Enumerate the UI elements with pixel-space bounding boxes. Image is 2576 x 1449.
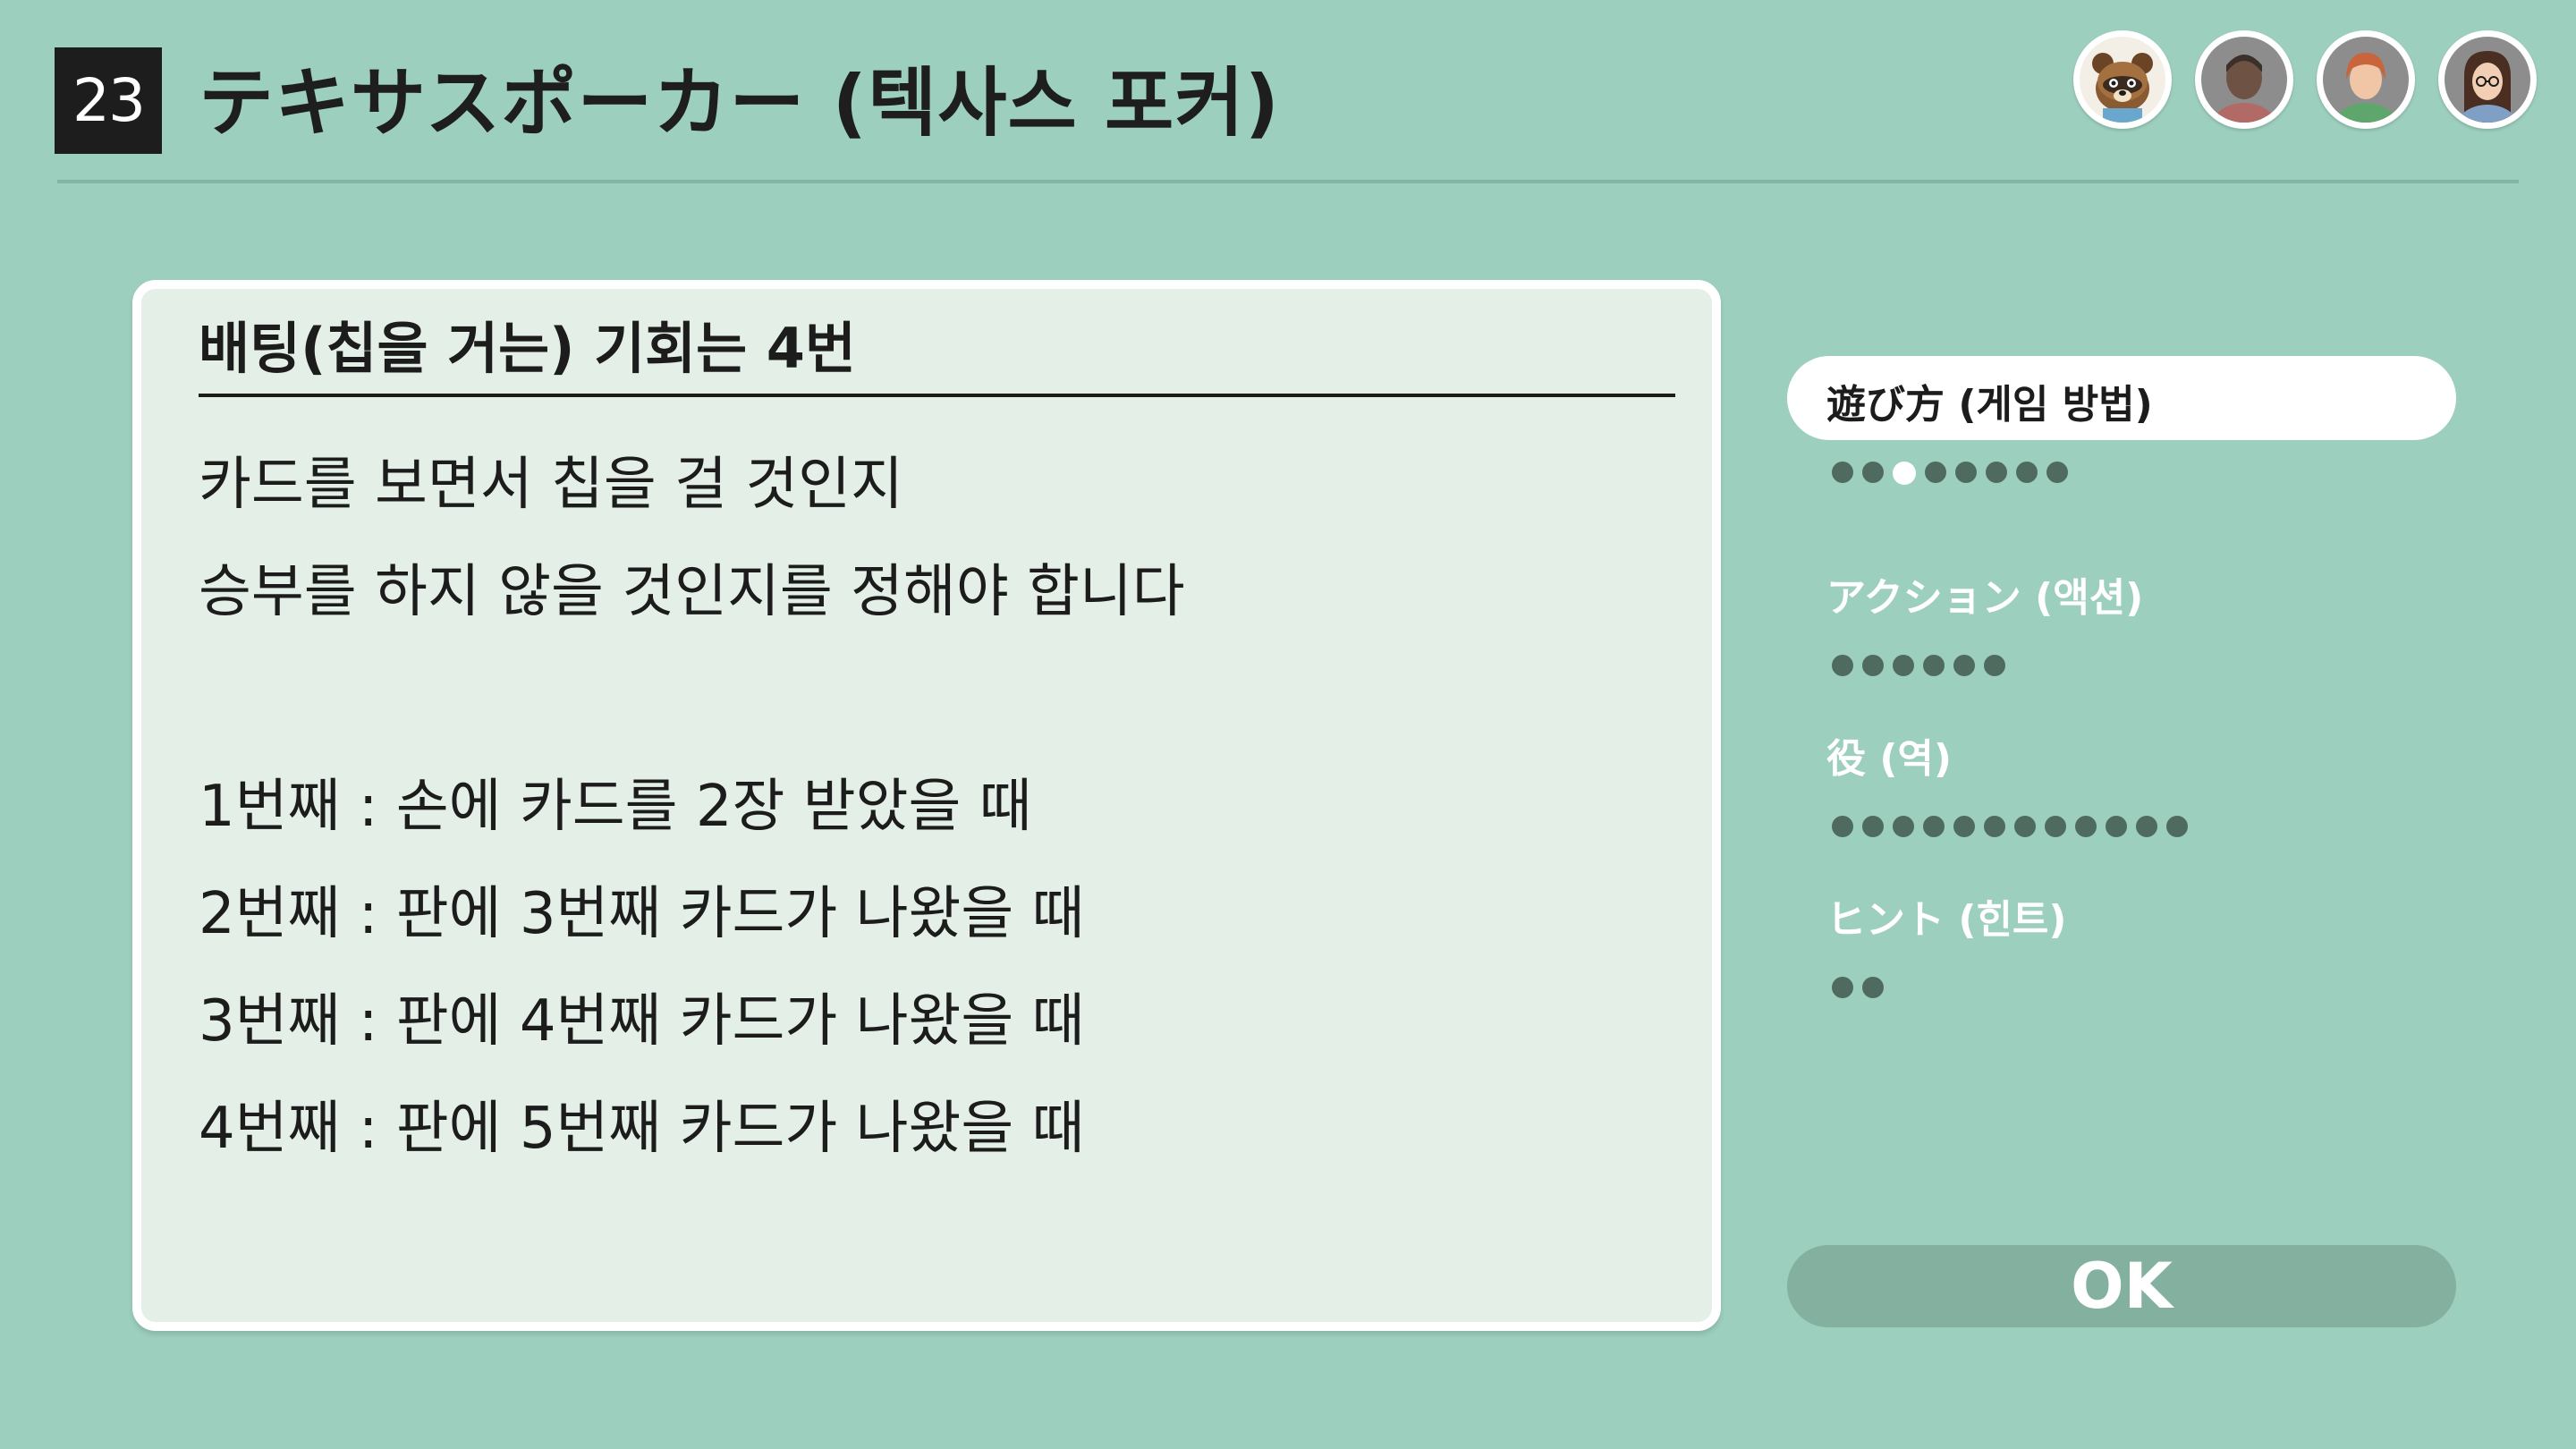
page-dot <box>2075 816 2097 837</box>
section-label: アクション (액션) <box>1826 575 2144 621</box>
page-dot <box>1862 977 1884 998</box>
player-avatar-4 <box>2438 30 2537 129</box>
page-dot <box>1955 462 1977 483</box>
page-dot <box>2016 462 2038 483</box>
body-line-6: 4번째 : 판에 5번째 카드가 나왔을 때 <box>199 1096 1085 1162</box>
body-line-3: 1번째 : 손에 카드를 2장 받았을 때 <box>199 774 1032 840</box>
heading-divider <box>199 394 1675 397</box>
page-dots <box>1832 655 2005 676</box>
raccoon-character-icon <box>2080 37 2165 123</box>
page-dot <box>1953 816 1975 837</box>
page-dot <box>1984 816 2005 837</box>
page-dot <box>1862 462 1884 483</box>
page-dot <box>1832 655 1853 676</box>
page-dot <box>1893 655 1914 676</box>
page-dot <box>1923 816 1945 837</box>
game-number-badge: 23 <box>55 47 162 154</box>
page-dot <box>2166 816 2188 837</box>
page-dots <box>1832 977 1884 998</box>
page-dot <box>2106 816 2127 837</box>
header-divider <box>57 180 2519 183</box>
page-dot <box>1832 462 1853 483</box>
page-heading: 배팅(칩을 거는) 기회는 4번 <box>199 316 856 381</box>
page-dot <box>1832 977 1853 998</box>
section-label: 遊び方 (게임 방법) <box>1826 382 2153 428</box>
section-label: 役 (역) <box>1826 736 1953 782</box>
person-icon <box>2201 37 2287 123</box>
body-line-2: 승부를 하지 않을 것인지를 정해야 합니다 <box>199 559 1185 625</box>
section-label: ヒント (힌트) <box>1826 897 2067 943</box>
page-dot <box>1862 655 1884 676</box>
page-dot <box>1893 816 1914 837</box>
player-avatar-2 <box>2195 30 2293 129</box>
page-dot <box>2014 816 2036 837</box>
page-dot <box>2045 816 2066 837</box>
page-dot <box>1984 655 2005 676</box>
player-avatar-3 <box>2317 30 2415 129</box>
page-dot <box>2136 816 2157 837</box>
page-dot <box>1832 816 1853 837</box>
ok-button[interactable]: OK <box>1787 1245 2456 1327</box>
page-dot <box>1862 816 1884 837</box>
page-dot-current <box>1893 462 1916 485</box>
body-line-4: 2번째 : 판에 3번째 카드가 나왔을 때 <box>199 881 1085 947</box>
tanuki-avatar <box>2073 30 2172 129</box>
body-line-1: 카드를 보면서 칩을 걸 것인지 <box>199 452 903 518</box>
person-icon <box>2323 37 2409 123</box>
body-line-5: 3번째 : 판에 4번째 카드가 나왔을 때 <box>199 988 1085 1055</box>
page-dot <box>1953 655 1975 676</box>
page-dot <box>1923 655 1945 676</box>
person-icon <box>2445 37 2530 123</box>
section-nav: 遊び方 (게임 방법) アクション (액션) 役 (역) ヒント (힌트) <box>1787 356 2456 1000</box>
content-panel: 배팅(칩을 거는) 기회는 4번 카드를 보면서 칩을 걸 것인지 승부를 하지… <box>132 280 1721 1331</box>
page-dots <box>1832 816 2188 837</box>
page-dot <box>1986 462 2007 483</box>
page-dot <box>2046 462 2068 483</box>
page-dot <box>1925 462 1946 483</box>
page-dots <box>1832 462 2068 485</box>
player-list <box>2073 30 2537 131</box>
game-title: テキサスポーカー (텍사스 포커) <box>199 59 1280 147</box>
header: 23 テキサスポーカー (텍사스 포커) <box>0 0 2576 183</box>
